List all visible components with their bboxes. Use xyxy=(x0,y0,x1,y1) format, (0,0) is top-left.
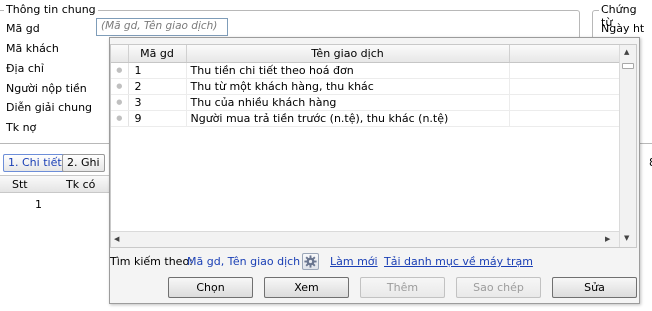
reload-catalog-link[interactable]: Tải danh mục về máy trạm xyxy=(384,255,533,268)
dien-giai-chung-label: Diễn giải chung xyxy=(6,101,93,114)
triangle-down-icon[interactable]: ▼ xyxy=(624,235,629,242)
table-header-row: Mã gd Tên giao dịch xyxy=(111,45,620,63)
ma-gd-label: Mã gd xyxy=(6,22,40,35)
table-row[interactable]: ● 3 Thu của nhiều khách hàng xyxy=(111,94,620,111)
triangle-right-icon[interactable]: ▶ xyxy=(605,236,610,243)
scroll-thumb[interactable] xyxy=(622,63,634,69)
col-tk-co-header: Tk có xyxy=(66,178,96,191)
transaction-lookup-popup: Mã gd Tên giao dịch ● 1 Thu tiền chi tiế… xyxy=(109,37,640,304)
gear-icon xyxy=(304,255,317,268)
row-name[interactable]: Thu tiền chi tiết theo hoá đơn xyxy=(186,62,510,79)
copy-button[interactable]: Sao chép xyxy=(456,277,541,298)
row-filler xyxy=(509,78,620,95)
triangle-up-icon[interactable]: ▲ xyxy=(624,49,629,56)
transaction-lookup-grid: Mã gd Tên giao dịch ● 1 Thu tiền chi tiế… xyxy=(110,44,637,248)
detail-grid-header: Stt Tk có xyxy=(0,175,112,193)
code-column-header[interactable]: Mã gd xyxy=(128,45,187,63)
refresh-link[interactable]: Làm mới xyxy=(330,255,378,268)
search-options-button[interactable] xyxy=(302,253,319,270)
edit-button[interactable]: Sửa xyxy=(552,277,637,298)
name-column-header[interactable]: Tên giao dịch xyxy=(186,45,510,63)
row-indicator-header xyxy=(111,45,129,63)
row-filler xyxy=(509,110,620,127)
table-row[interactable]: ● 9 Người mua trả tiền trước (n.tệ), thu… xyxy=(111,110,620,127)
dia-chi-label: Địa chỉ xyxy=(6,62,44,75)
search-fields[interactable]: Mã gd, Tên giao dịch xyxy=(187,255,300,268)
row-code[interactable]: 1 xyxy=(128,62,187,79)
row-code[interactable]: 9 xyxy=(128,110,187,127)
row-filler xyxy=(509,94,620,111)
horizontal-scrollbar[interactable]: ◀ ▶ xyxy=(111,231,619,247)
tk-no-label: Tk nợ xyxy=(6,121,37,134)
row-code[interactable]: 2 xyxy=(128,78,187,95)
view-button[interactable]: Xem xyxy=(264,277,349,298)
search-bar: Tìm kiếm theo: Mã gd, Tên giao dịch Làm … xyxy=(110,253,640,271)
add-button[interactable]: Thêm xyxy=(360,277,445,298)
bullet-icon: ● xyxy=(111,62,129,79)
row-code[interactable]: 3 xyxy=(128,94,187,111)
row-name[interactable]: Thu của nhiều khách hàng xyxy=(186,94,510,111)
row-name[interactable]: Người mua trả tiền trước (n.tệ), thu khá… xyxy=(186,110,510,127)
select-button[interactable]: Chọn xyxy=(168,277,253,298)
bullet-icon: ● xyxy=(111,94,129,111)
tab-chi-tiet[interactable]: 1. Chi tiết xyxy=(3,154,67,172)
bullet-icon: ● xyxy=(111,110,129,127)
general-info-group-title: Thông tin chung xyxy=(4,3,98,16)
row-filler xyxy=(509,62,620,79)
search-label: Tìm kiếm theo: xyxy=(110,255,193,268)
table-row[interactable]: ● 1 Thu tiền chi tiết theo hoá đơn xyxy=(111,62,620,79)
detail-row-stt: 1 xyxy=(35,198,42,211)
table-row[interactable]: ● 2 Thu từ một khách hàng, thu khác xyxy=(111,78,620,95)
ma-khach-label: Mã khách xyxy=(6,42,59,55)
tab-ghi[interactable]: 2. Ghi xyxy=(62,154,105,172)
bullet-icon: ● xyxy=(111,78,129,95)
nguoi-nop-tien-label: Người nộp tiền xyxy=(6,82,87,95)
filler-column-header xyxy=(509,45,620,63)
col-stt-header: Stt xyxy=(12,178,28,191)
triangle-left-icon[interactable]: ◀ xyxy=(114,236,119,243)
row-name[interactable]: Thu từ một khách hàng, thu khác xyxy=(186,78,510,95)
ngay-ht-label: Ngày ht xyxy=(601,22,645,35)
ma-gd-input[interactable]: (Mã gd, Tên giao dịch) xyxy=(96,18,228,36)
vertical-scrollbar[interactable]: ▲ ▼ xyxy=(619,45,636,247)
transaction-table: Mã gd Tên giao dịch ● 1 Thu tiền chi tiế… xyxy=(111,45,620,127)
